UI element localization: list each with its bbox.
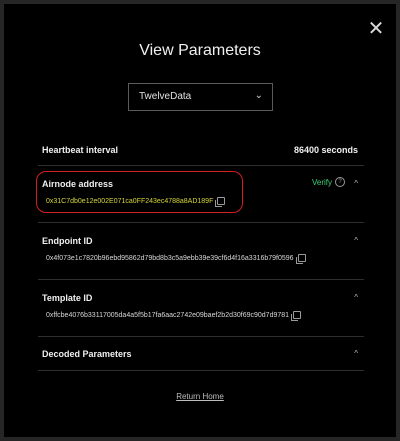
return-home-link[interactable]: Return Home <box>4 392 396 401</box>
view-parameters-modal: ✕ View Parameters TwelveData ⌄ Heartbeat… <box>4 4 396 437</box>
airnode-address-text: 0x31C7db0e12e002E071ca0FF243ec4788a8AD18… <box>46 197 214 205</box>
heartbeat-label: Heartbeat interval <box>42 145 119 155</box>
chevron-up-icon[interactable]: ^ <box>354 179 358 188</box>
chevron-up-icon[interactable]: ^ <box>354 349 358 358</box>
endpoint-id: 0x4f073e1c7820b96ebd95862d79bd8b3c5a9ebb… <box>46 254 306 264</box>
template-label: Template ID <box>42 293 93 303</box>
divider <box>38 165 364 166</box>
divider <box>38 370 364 371</box>
airnode-address: 0x31C7db0e12e002E071ca0FF243ec4788a8AD18… <box>46 197 226 207</box>
template-id: 0xffcbe4076b33117005da4a5f5b17fa6aac2742… <box>46 311 302 321</box>
verify-link[interactable]: Verify <box>312 178 332 187</box>
divider <box>38 336 364 337</box>
divider <box>38 279 364 280</box>
copy-icon[interactable] <box>295 254 306 264</box>
copy-icon[interactable] <box>291 311 302 321</box>
heartbeat-value: 86400 seconds <box>293 145 358 155</box>
template-id-text: 0xffcbe4076b33117005da4a5f5b17fa6aac2742… <box>46 311 290 319</box>
endpoint-id-text: 0x4f073e1c7820b96ebd95862d79bd8b3c5a9ebb… <box>46 254 294 262</box>
highlight-annotation <box>36 171 243 213</box>
chevron-up-icon[interactable]: ^ <box>354 236 358 245</box>
airnode-label: Airnode address <box>42 179 114 189</box>
chevron-down-icon: ⌄ <box>254 90 263 101</box>
endpoint-label: Endpoint ID <box>42 236 93 246</box>
copy-icon[interactable] <box>215 197 226 207</box>
divider <box>38 222 364 223</box>
provider-select-value: TwelveData <box>139 91 192 102</box>
help-icon[interactable]: ? <box>335 177 345 187</box>
close-icon[interactable]: ✕ <box>366 19 386 39</box>
decoded-parameters-label[interactable]: Decoded Parameters <box>42 349 132 359</box>
provider-select[interactable]: TwelveData ⌄ <box>128 83 273 111</box>
modal-title: View Parameters <box>139 42 261 59</box>
chevron-up-icon[interactable]: ^ <box>354 293 358 302</box>
